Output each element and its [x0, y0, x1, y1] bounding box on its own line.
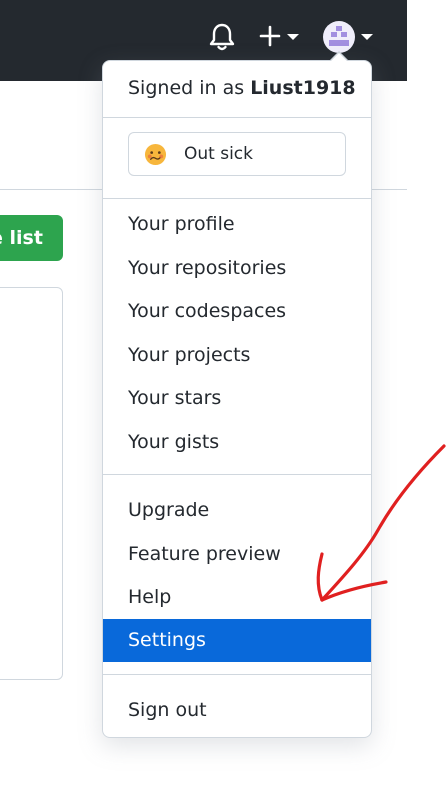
menu-item-your-projects[interactable]: Your projects [103, 334, 371, 377]
menu-item-settings[interactable]: Settings [103, 619, 371, 662]
set-status-button[interactable]: Out sick [128, 132, 346, 176]
menu-divider [103, 198, 371, 199]
sick-face-emoji-icon [144, 143, 167, 166]
menu-item-sign-out[interactable]: Sign out [103, 689, 371, 732]
avatar[interactable] [323, 21, 355, 53]
page-background [407, 0, 446, 81]
chevron-down-icon[interactable] [286, 33, 300, 41]
dropdown-caret-fill [331, 53, 347, 61]
content-panel [0, 287, 63, 680]
menu-divider [103, 117, 371, 118]
menu-item-your-profile[interactable]: Your profile [103, 203, 371, 246]
chevron-down-icon[interactable] [360, 33, 374, 41]
menu-item-your-repositories[interactable]: Your repositories [103, 247, 371, 290]
user-dropdown-menu: Signed in as Liust1918 Out sick Your pro… [102, 60, 372, 738]
menu-divider [103, 674, 371, 675]
menu-item-your-codespaces[interactable]: Your codespaces [103, 290, 371, 333]
plus-icon[interactable] [259, 25, 281, 47]
status-label: Out sick [184, 144, 253, 164]
create-list-button[interactable]: e list [0, 215, 63, 261]
annotation-arrow-icon [316, 444, 446, 602]
bell-icon[interactable] [208, 22, 236, 52]
menu-item-your-stars[interactable]: Your stars [103, 377, 371, 420]
signed-in-text: Signed in as Liust1918 [128, 77, 356, 99]
username: Liust1918 [250, 77, 356, 99]
